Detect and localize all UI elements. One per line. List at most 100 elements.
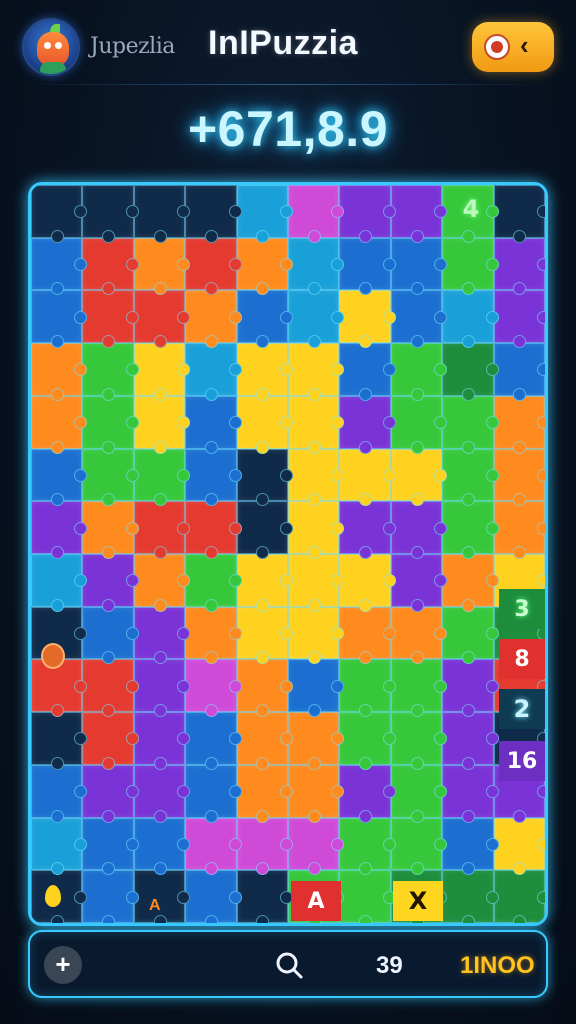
puzzle-piece[interactable] xyxy=(442,712,500,770)
puzzle-piece[interactable] xyxy=(82,237,140,296)
puzzle-piece[interactable] xyxy=(288,395,345,454)
puzzle-piece[interactable] xyxy=(133,185,191,243)
puzzle-piece[interactable] xyxy=(185,870,243,923)
puzzle-piece[interactable] xyxy=(185,659,243,717)
puzzle-piece[interactable] xyxy=(236,343,294,401)
puzzle-piece[interactable] xyxy=(185,817,243,875)
puzzle-piece[interactable] xyxy=(185,448,243,506)
puzzle-piece[interactable] xyxy=(236,290,294,348)
puzzle-piece[interactable] xyxy=(185,237,243,296)
puzzle-piece[interactable] xyxy=(82,185,140,243)
puzzle-piece[interactable] xyxy=(185,712,243,770)
puzzle-piece[interactable] xyxy=(82,554,140,612)
puzzle-piece[interactable] xyxy=(339,185,397,243)
puzzle-piece[interactable] xyxy=(82,764,140,823)
puzzle-piece[interactable] xyxy=(31,554,88,612)
puzzle-piece[interactable] xyxy=(31,764,88,823)
puzzle-piece[interactable] xyxy=(236,501,294,559)
puzzle-piece[interactable] xyxy=(390,712,448,770)
puzzle-piece[interactable] xyxy=(236,712,294,770)
puzzle-piece[interactable] xyxy=(31,237,88,296)
puzzle-piece[interactable] xyxy=(133,501,191,559)
puzzle-piece[interactable] xyxy=(236,554,294,612)
puzzle-piece[interactable] xyxy=(390,554,448,612)
back-pill-button[interactable]: ‹ xyxy=(472,22,554,72)
puzzle-piece[interactable] xyxy=(390,817,448,875)
puzzle-piece[interactable] xyxy=(339,395,397,454)
puzzle-piece[interactable] xyxy=(185,395,243,454)
puzzle-piece[interactable] xyxy=(82,870,140,923)
puzzle-piece[interactable] xyxy=(493,290,545,348)
tile-label-3[interactable]: 3 xyxy=(499,589,545,629)
puzzle-piece[interactable] xyxy=(390,501,448,559)
puzzle-piece[interactable] xyxy=(390,659,448,717)
puzzle-piece[interactable] xyxy=(185,290,243,348)
puzzle-piece[interactable] xyxy=(442,870,500,923)
puzzle-piece[interactable] xyxy=(133,237,191,296)
puzzle-piece[interactable] xyxy=(31,343,88,401)
puzzle-piece[interactable] xyxy=(339,448,397,506)
puzzle-piece[interactable] xyxy=(493,395,545,454)
puzzle-piece[interactable] xyxy=(185,764,243,823)
puzzle-piece[interactable] xyxy=(185,501,243,559)
puzzle-piece[interactable] xyxy=(339,554,397,612)
puzzle-piece[interactable] xyxy=(339,606,397,665)
puzzle-piece[interactable] xyxy=(236,764,294,823)
puzzle-piece[interactable] xyxy=(339,712,397,770)
puzzle-piece[interactable] xyxy=(288,290,345,348)
puzzle-piece[interactable] xyxy=(288,764,345,823)
puzzle-piece[interactable] xyxy=(133,712,191,770)
puzzle-piece[interactable] xyxy=(390,237,448,296)
tile-label-8[interactable]: 8 xyxy=(499,639,545,679)
puzzle-piece[interactable] xyxy=(82,659,140,717)
tile-label-4[interactable]: 4 xyxy=(446,189,496,229)
puzzle-piece[interactable] xyxy=(82,606,140,665)
puzzle-piece[interactable] xyxy=(236,185,294,243)
search-icon[interactable] xyxy=(274,950,304,980)
puzzle-piece[interactable] xyxy=(133,659,191,717)
puzzle-piece[interactable] xyxy=(236,448,294,506)
tile-label-a[interactable]: A xyxy=(291,881,341,921)
puzzle-piece[interactable] xyxy=(133,817,191,875)
puzzle-piece[interactable] xyxy=(31,448,88,506)
player-avatar[interactable] xyxy=(22,18,80,76)
puzzle-piece[interactable] xyxy=(133,448,191,506)
puzzle-piece[interactable] xyxy=(442,501,500,559)
puzzle-piece[interactable] xyxy=(442,237,500,296)
puzzle-board[interactable]: 4 3 8 2 16 A X A xyxy=(28,182,548,926)
puzzle-piece[interactable] xyxy=(133,764,191,823)
puzzle-piece[interactable] xyxy=(288,448,345,506)
puzzle-piece[interactable] xyxy=(31,395,88,454)
puzzle-piece[interactable] xyxy=(442,606,500,665)
map-pin-icon[interactable] xyxy=(45,885,61,907)
lock-icon[interactable] xyxy=(41,643,65,669)
puzzle-piece[interactable] xyxy=(288,343,345,401)
puzzle-piece[interactable] xyxy=(339,870,397,923)
puzzle-piece[interactable] xyxy=(288,554,345,612)
puzzle-piece[interactable] xyxy=(82,501,140,559)
puzzle-piece[interactable] xyxy=(493,817,545,875)
puzzle-piece[interactable] xyxy=(82,343,140,401)
puzzle-piece[interactable] xyxy=(133,395,191,454)
puzzle-piece[interactable] xyxy=(133,343,191,401)
puzzle-piece[interactable] xyxy=(442,764,500,823)
puzzle-piece[interactable] xyxy=(390,448,448,506)
puzzle-piece[interactable] xyxy=(493,448,545,506)
puzzle-piece[interactable] xyxy=(82,290,140,348)
puzzle-piece[interactable] xyxy=(236,237,294,296)
puzzle-piece[interactable] xyxy=(31,501,88,559)
puzzle-piece[interactable] xyxy=(339,237,397,296)
puzzle-piece[interactable] xyxy=(390,343,448,401)
puzzle-piece[interactable] xyxy=(442,817,500,875)
puzzle-piece[interactable] xyxy=(288,185,345,243)
puzzle-piece[interactable] xyxy=(493,501,545,559)
puzzle-piece[interactable] xyxy=(390,185,448,243)
puzzle-piece[interactable] xyxy=(133,554,191,612)
puzzle-piece[interactable] xyxy=(288,606,345,665)
puzzle-piece[interactable] xyxy=(185,554,243,612)
puzzle-piece[interactable] xyxy=(236,870,294,923)
puzzle-piece[interactable] xyxy=(288,501,345,559)
puzzle-piece[interactable] xyxy=(185,343,243,401)
puzzle-piece[interactable] xyxy=(31,712,88,770)
puzzle-piece[interactable] xyxy=(493,237,545,296)
